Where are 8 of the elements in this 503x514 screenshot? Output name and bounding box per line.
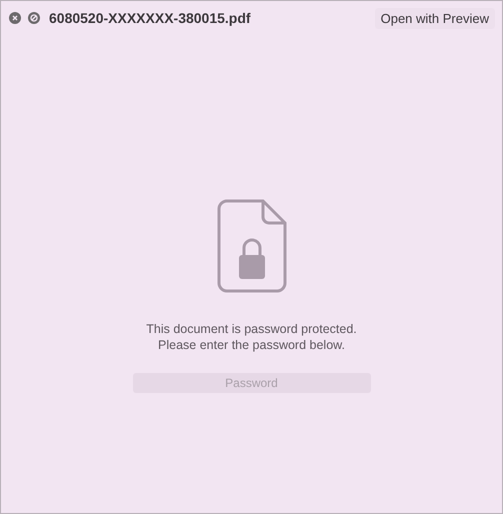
message-text: Please enter the password below. — [158, 337, 345, 353]
close-icon[interactable] — [9, 12, 21, 24]
open-with-preview-button[interactable]: Open with Preview — [374, 8, 495, 28]
locked-document-icon — [216, 199, 286, 293]
file-name: 6080520-XXXXXXX-380015.pdf — [49, 10, 252, 26]
password-field[interactable]: Password — [132, 373, 370, 393]
message-text: This document is password protected. — [146, 321, 357, 337]
prohibited-icon[interactable] — [28, 12, 40, 24]
